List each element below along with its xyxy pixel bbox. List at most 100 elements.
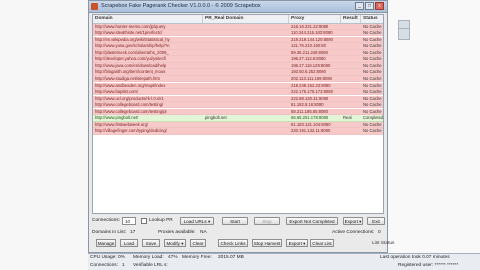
- header-proxy[interactable]: Proxy: [289, 15, 341, 23]
- connections-input[interactable]: 10: [122, 217, 136, 225]
- connections-label: Connections:: [92, 218, 120, 223]
- load-button[interactable]: Load: [120, 239, 138, 247]
- table-row[interactable]: http://en.wikipedia.org/wiki/Statistical…: [93, 36, 383, 43]
- status-cell: No Cache: [363, 62, 382, 68]
- clear-button[interactable]: Clear: [190, 239, 206, 247]
- load-urls-button[interactable]: Load URLs ▾: [180, 217, 214, 225]
- lookup-pr-checkbox[interactable]: [141, 218, 147, 224]
- list-status-label: List Status: [372, 241, 395, 246]
- results-grid[interactable]: Domain PR_Real Domain Proxy Result Statu…: [92, 14, 384, 214]
- proxy-cell: 196.27.112.6:8080: [291, 56, 326, 62]
- table-row[interactable]: http://www.pingbolt.net/pingbolt.net 66.6…: [93, 115, 383, 122]
- pr-real-domain-cell: [203, 69, 289, 75]
- fake-pagerank-checker-window: Scrapebox Fake Pagerank Checker V1.0.0.0…: [88, 0, 388, 253]
- result-cell: [341, 24, 361, 30]
- result-cell: [341, 122, 361, 128]
- cpu-usage-value: 0%: [118, 255, 125, 260]
- status-cell: No Cache: [363, 82, 382, 88]
- result-cell: [341, 89, 361, 95]
- minimize-button[interactable]: _: [355, 2, 364, 10]
- header-domain[interactable]: Domain: [93, 15, 203, 23]
- table-row[interactable]: http://www.java.com/en/download/help 196.…: [93, 62, 383, 70]
- table-row[interactable]: http://villagefinger.com/typing/dedicing…: [93, 128, 383, 135]
- stop-button[interactable]: Stop: [254, 217, 280, 225]
- control-row: Connections: 10 Lookup PR Load URLs ▾ St…: [92, 217, 386, 227]
- registered-user-text: Registered user: ****** ******: [398, 263, 459, 268]
- maximize-button[interactable]: □: [365, 2, 374, 10]
- header-result[interactable]: Result: [341, 15, 361, 23]
- start-button[interactable]: Start: [222, 217, 248, 225]
- url-cell: http://www.pingbolt.net/: [95, 115, 139, 121]
- pr-real-domain-cell: [203, 109, 289, 115]
- table-row[interactable]: http://www.hunter-memo.com/jp/query 216.1…: [93, 23, 383, 30]
- pr-real-domain-cell: [203, 122, 289, 128]
- urls-left-value: 17: [130, 230, 136, 235]
- modify-button[interactable]: Modify ▾: [164, 239, 186, 247]
- urls-left-label: Domains in List:: [92, 230, 127, 235]
- url-cell: http://www.stealthsite.net/1prerfectc/: [95, 30, 163, 36]
- manage-button[interactable]: Manage: [96, 239, 116, 247]
- result-cell: [341, 102, 361, 108]
- background-window-icon: [398, 28, 410, 40]
- url-cell: http://www.firstwebweek.org/: [95, 121, 149, 127]
- proxy-cell: 61.183.131.104:8080: [291, 121, 331, 127]
- export-not-completed-button[interactable]: Export Not Completed: [286, 217, 338, 225]
- window-title: Scrapebox Fake Pagerank Checker V1.0.0.0…: [101, 3, 261, 9]
- url-cell: http://www.studiga.net/sitepath.htm: [95, 76, 160, 81]
- check-links-button[interactable]: Check Links: [218, 239, 248, 247]
- export-list-button[interactable]: Export ▾: [286, 239, 308, 247]
- table-row[interactable]: http://www.stealthsite.net/1prerfectc/11…: [93, 30, 383, 37]
- pr-real-domain-cell: [203, 63, 289, 69]
- proxies-available-label: Proxies available:: [158, 230, 196, 235]
- url-cell: http://www.ucl.org/products/rk-l.0.s/r1: [95, 95, 164, 101]
- table-row[interactable]: http://www.studiga.net/sitepath.htm 202.1…: [93, 76, 383, 83]
- header-pr-real-domain[interactable]: PR_Real Domain: [203, 15, 289, 23]
- status-cell: No Cache: [363, 69, 382, 75]
- proxy-cell: 222.175.175.173:8080: [291, 89, 333, 95]
- table-row[interactable]: http://www.firstwebweek.org/61.183.131.1…: [93, 121, 383, 129]
- proxy-cell: 110.244.215.183:8080: [291, 30, 333, 36]
- proxy-cell: 216.16.231.22:8080: [291, 23, 329, 29]
- desktop-left-area: [0, 0, 88, 270]
- status-cell: No Cache: [363, 121, 382, 127]
- save-button[interactable]: Save: [142, 239, 160, 247]
- table-row[interactable]: http://www.ucl.org/products/rk-l.0.s/r1 2…: [93, 95, 383, 102]
- status-cell: No Cache: [363, 76, 382, 81]
- clear-list-button[interactable]: Clear List: [310, 239, 334, 247]
- table-row[interactable]: http://blogarith.org/item/content_mous 19…: [93, 69, 383, 76]
- close-button[interactable]: x: [375, 2, 384, 10]
- active-connections-label: Active Connections:: [332, 230, 375, 235]
- title-bar[interactable]: Scrapebox Fake Pagerank Checker V1.0.0.0…: [89, 1, 387, 13]
- proxy-cell: 61.182.8.16:8080: [291, 102, 324, 108]
- table-row[interactable]: http://www.andbeaden.org/mapt/index 218.2…: [93, 82, 383, 89]
- status-cell: Completed: [363, 115, 383, 121]
- memory-free-label: Memory Free:: [182, 255, 212, 260]
- memory-free-value: 2015.07 MB: [218, 255, 244, 260]
- stop-harvest-button[interactable]: Stop Harvest: [252, 239, 282, 247]
- result-cell: [341, 63, 361, 69]
- result-cell: [341, 69, 361, 75]
- pr-real-domain-cell: [203, 43, 289, 49]
- result-cell: [341, 37, 361, 43]
- proxy-cell: 193.50.6.252:8080: [291, 69, 326, 75]
- table-row[interactable]: http://www.baptist.com/222.175.175.173:8…: [93, 89, 383, 96]
- pr-real-domain-cell: pingbolt.net: [205, 115, 227, 121]
- result-cell: [341, 30, 361, 36]
- status-cell: No Cache: [363, 23, 382, 29]
- result-cell: [341, 43, 361, 49]
- proxy-cell: 219.219.144.120:8080: [291, 36, 333, 42]
- table-row[interactable]: http://www.yusa.gov/scholarship/help/?n 1…: [93, 43, 383, 50]
- exit-button[interactable]: Exit: [367, 217, 385, 225]
- status-cell: No Cache: [363, 89, 382, 95]
- table-row[interactable]: http://www.collegeboard.com/testing/pl 58…: [93, 108, 383, 116]
- lookup-pr-label: Lookup PR: [149, 218, 173, 223]
- info-row: Domains in List: 17 Proxies available: N…: [92, 229, 386, 237]
- table-row[interactable]: http://developer.yahoo.com/yui/ysitecf/1…: [93, 56, 383, 63]
- export-button[interactable]: Export ▾: [343, 217, 363, 225]
- table-row[interactable]: http://plasterneck.com/aberraths_2009_ 59…: [93, 49, 383, 57]
- result-cell: [341, 96, 361, 102]
- table-row[interactable]: http://www.collegeboard.com/testing/61.1…: [93, 102, 383, 109]
- result-cell: [341, 83, 361, 89]
- header-status[interactable]: Status: [361, 15, 383, 23]
- url-cell: http://www.yusa.gov/scholarship/help/?n: [95, 43, 170, 49]
